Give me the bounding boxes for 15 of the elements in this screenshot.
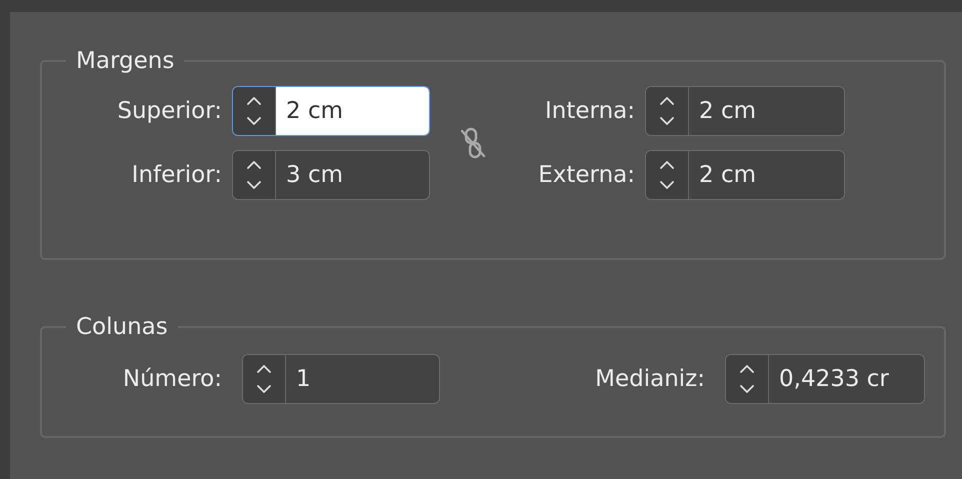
group-title: Colunas (75, 314, 169, 340)
number-field[interactable]: 2 cm (645, 86, 845, 136)
group-title: Margens (75, 48, 176, 74)
broken-chain-icon[interactable] (458, 126, 486, 160)
field-label: Externa: (537, 162, 636, 188)
field-label: Número: (122, 366, 223, 392)
field-label: Inferior: (130, 162, 223, 188)
number-field[interactable]: 3 cm (232, 150, 430, 200)
field-label: Superior: (116, 98, 223, 124)
field-label: Medianiz: (594, 366, 706, 392)
number-field[interactable]: 0,4233 cr (725, 354, 925, 404)
number-field[interactable]: 2 cm (645, 150, 845, 200)
field-label: Interna: (544, 98, 636, 124)
number-field[interactable]: 1 (242, 354, 440, 404)
number-field[interactable]: 2 cm (232, 86, 430, 136)
